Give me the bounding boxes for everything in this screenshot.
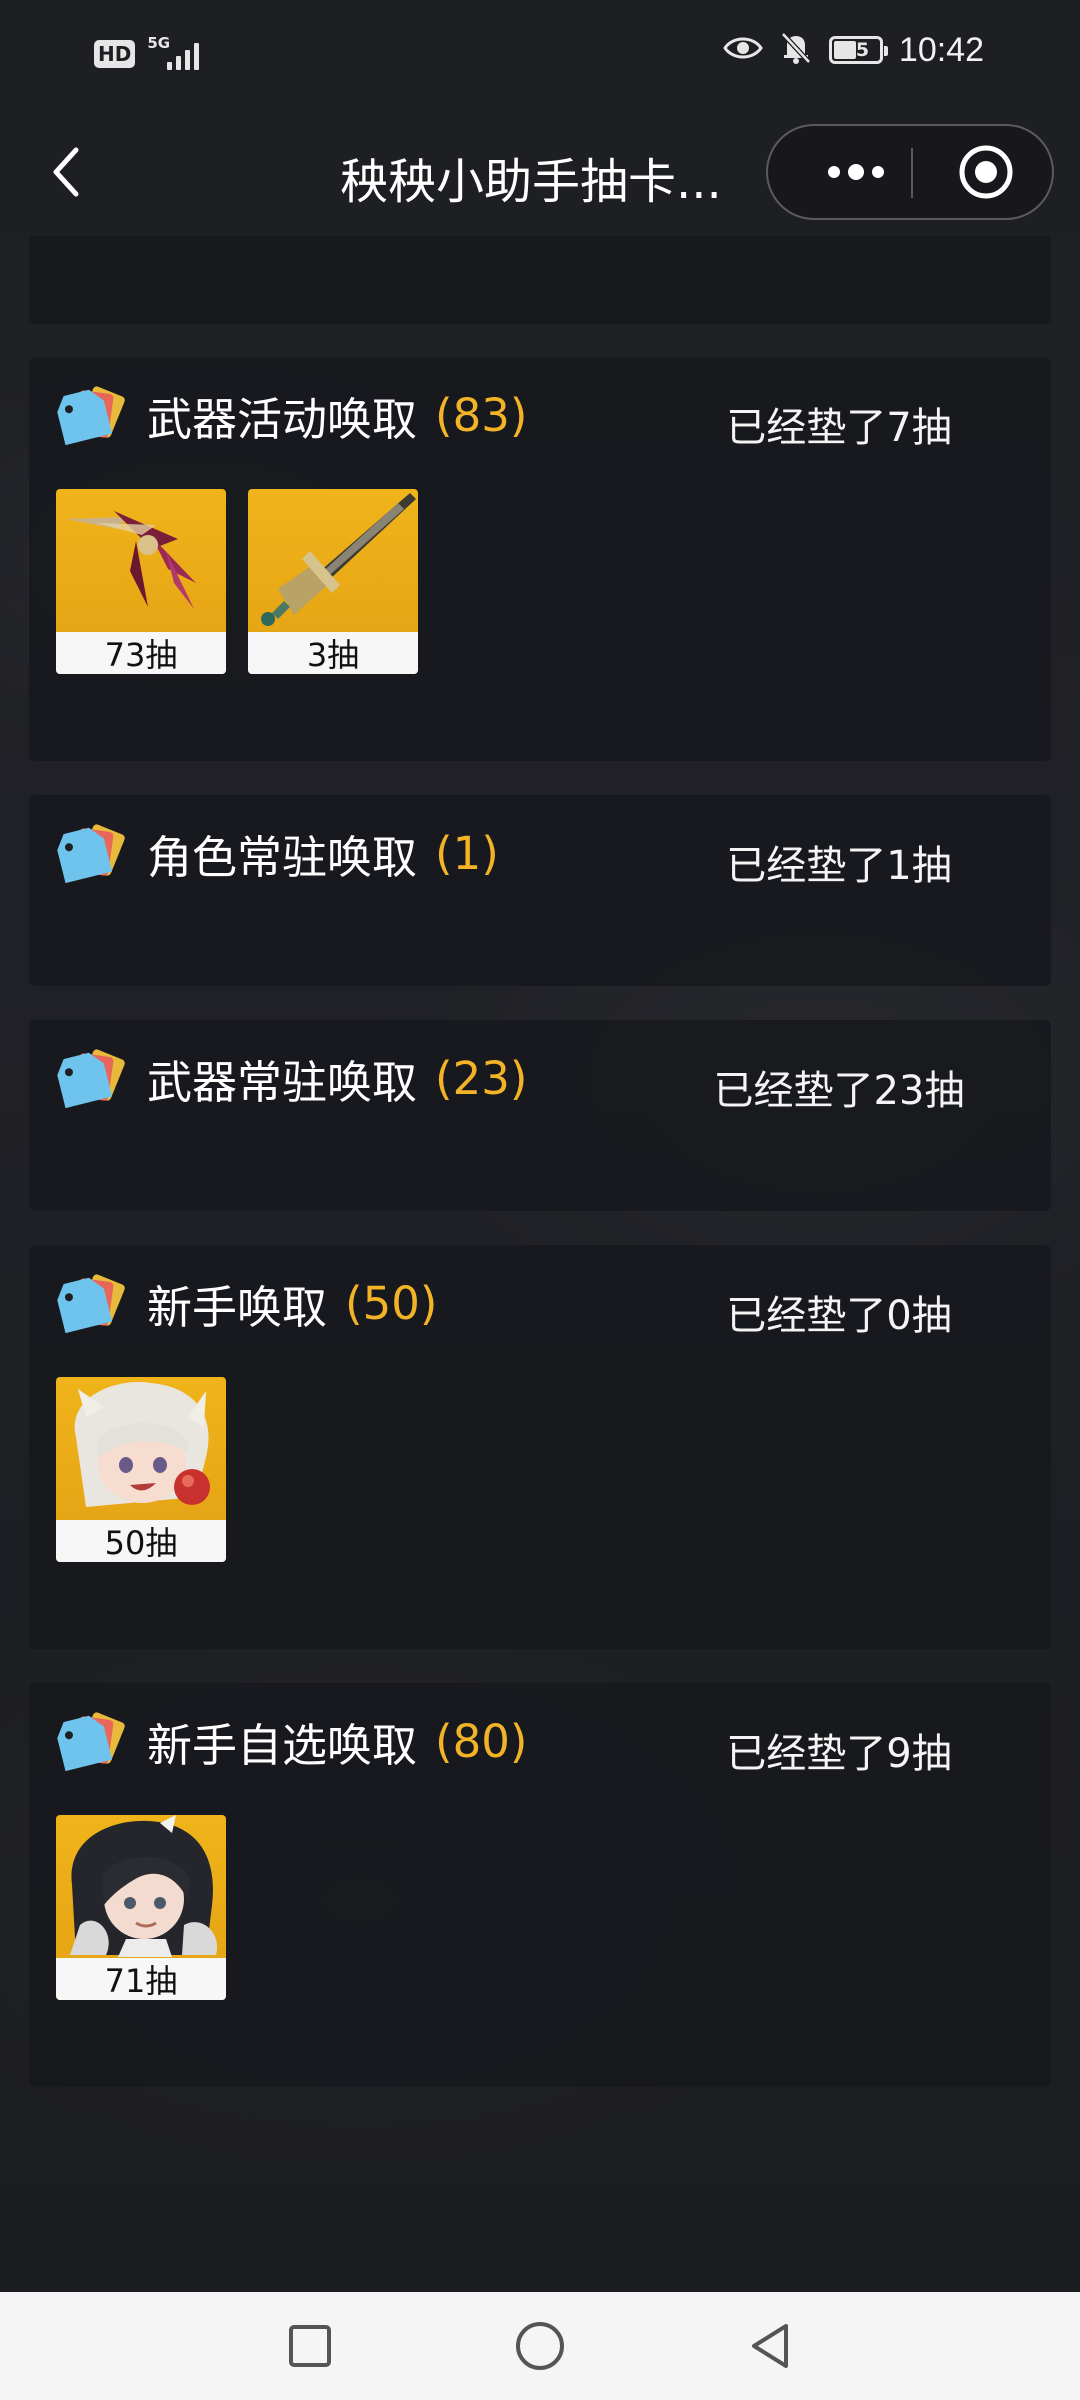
pool-count: (83) [435,389,528,442]
capsule-divider [911,148,913,198]
back-triangle-icon [752,2324,788,2368]
pool-panel-character-standard: 角色常驻唤取 (1) 已经垫了1抽 [29,795,1051,986]
pool-items: 73抽 3抽 [56,489,418,674]
item-card[interactable]: 73抽 [56,489,226,674]
mini-program-title-bar: 秧秧小助手抽卡... [0,108,1080,236]
close-button[interactable] [940,126,1032,218]
pool-panel-weapon-event: 武器活动唤取 (83) 已经垫了7抽 73抽 3抽 [29,357,1051,761]
status-bar: HD 5G 45 10:42 [0,0,1080,108]
pool-count: (80) [435,1715,528,1768]
pool-header: 武器活动唤取 (83) [55,383,527,448]
item-card[interactable]: 50抽 [56,1377,226,1562]
more-dots-icon [828,164,884,180]
pool-header: 新手唤取 (50) [55,1271,437,1336]
item-card[interactable]: 3抽 [248,489,418,674]
pool-panel-beginner-selective: 新手自选唤取 (80) 已经垫了9抽 71抽 [29,1683,1051,2087]
pool-pity: 已经垫了0抽 [726,1293,952,1339]
pool-count: (50) [345,1277,438,1330]
ticket-tags-icon [55,1272,127,1336]
item-card[interactable]: 71抽 [56,1815,226,2000]
pool-pity: 已经垫了9抽 [726,1731,952,1777]
capsule-menu [766,124,1054,220]
back-nav-button[interactable] [730,2310,810,2382]
pool-panel-beginner: 新手唤取 (50) 已经垫了0抽 50抽 [29,1245,1051,1649]
pool-items: 71抽 [56,1815,226,2000]
pool-header: 角色常驻唤取 (1) [55,821,499,886]
pool-count: (1) [435,827,499,880]
status-left: HD 5G [94,34,209,74]
pool-name: 武器常驻唤取 [147,1056,418,1109]
ticket-tags-icon [55,1047,127,1111]
pool-name: 新手自选唤取 [147,1719,418,1772]
ticket-tags-icon [55,384,127,448]
back-button[interactable] [30,136,102,208]
item-pull-count: 73抽 [56,632,226,674]
page-title: 秧秧小助手抽卡... [340,154,722,210]
pool-header: 武器常驻唤取 (23) [55,1046,527,1111]
system-navigation-bar [0,2292,1080,2400]
status-right: 45 10:42 [723,30,984,70]
recent-apps-button[interactable] [270,2310,350,2382]
item-pull-count: 50抽 [56,1520,226,1562]
item-pull-count: 3抽 [248,632,418,674]
target-close-icon [959,145,1013,199]
item-pull-count: 71抽 [56,1958,226,2000]
pool-pity: 已经垫了1抽 [726,843,952,889]
pool-name: 新手唤取 [147,1281,328,1334]
white-haired-character-portrait [74,1381,210,1507]
pool-panel-partial [29,236,1051,324]
recent-apps-icon [289,2325,331,2367]
home-button[interactable] [500,2310,580,2382]
mute-bell-icon [779,30,813,70]
eye-icon [723,34,763,66]
pool-name: 武器活动唤取 [147,393,418,446]
battery-level: 45 [842,39,870,61]
pool-panel-weapon-standard: 武器常驻唤取 (23) 已经垫了23抽 [29,1020,1051,1211]
more-button[interactable] [808,126,904,218]
hd-voice-badge: HD [94,40,136,68]
home-icon [516,2322,564,2370]
golden-greatsword-weapon-icon [261,493,416,626]
ticket-tags-icon [55,822,127,886]
pool-count: (23) [435,1052,528,1105]
ticket-tags-icon [55,1710,127,1774]
pool-pity: 已经垫了23抽 [713,1068,965,1114]
crimson-blade-weapon-icon [66,511,196,609]
clock: 10:42 [898,30,984,69]
pool-header: 新手自选唤取 (80) [55,1709,527,1774]
pool-name: 角色常驻唤取 [147,831,418,884]
pool-items: 50抽 [56,1377,226,1562]
signal-icon: 5G [147,34,209,74]
chevron-left-icon [53,147,79,197]
pool-pity: 已经垫了7抽 [726,405,952,451]
dark-haired-character-portrait [70,1815,218,1957]
battery-icon: 45 [828,36,888,64]
